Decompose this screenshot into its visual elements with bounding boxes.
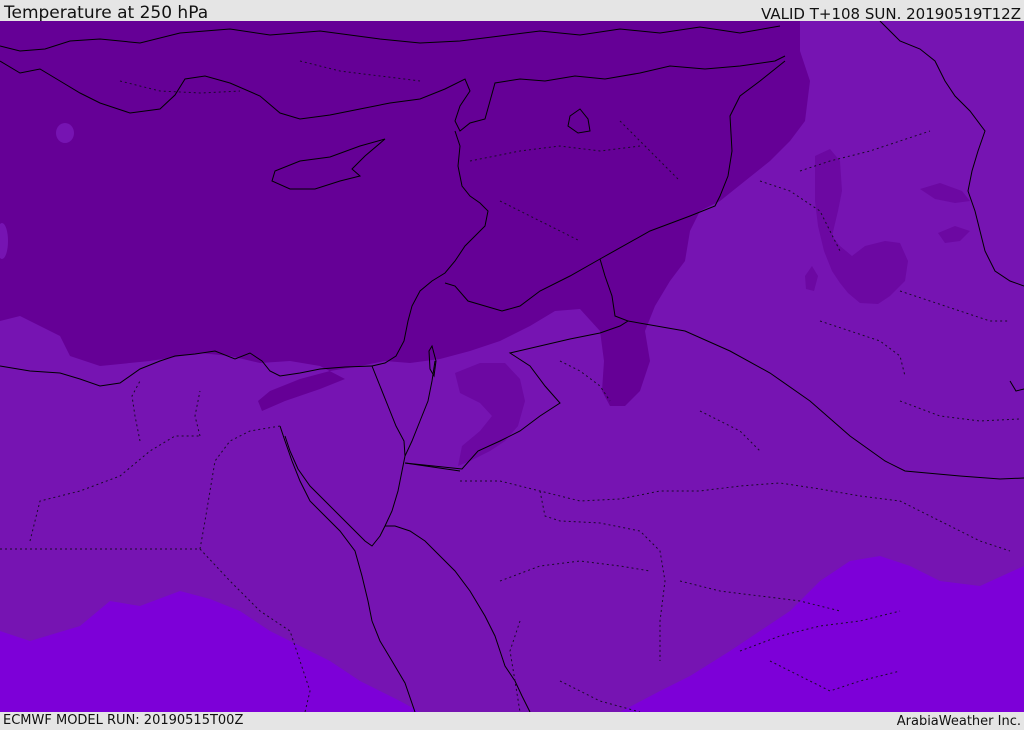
credit: ArabiaWeather Inc. (896, 714, 1021, 729)
temperature-blob-aegean (56, 123, 74, 143)
map-title: Temperature at 250 hPa (4, 3, 209, 23)
footer-bar: ECMWF MODEL RUN: 20190515T00Z ArabiaWeat… (0, 712, 1024, 729)
temperature-map (0, 21, 1024, 712)
model-run: ECMWF MODEL RUN: 20190515T00Z (3, 713, 244, 728)
header-bar: Temperature at 250 hPa VALID T+108 SUN. … (0, 0, 1024, 23)
map-canvas (0, 21, 1024, 712)
